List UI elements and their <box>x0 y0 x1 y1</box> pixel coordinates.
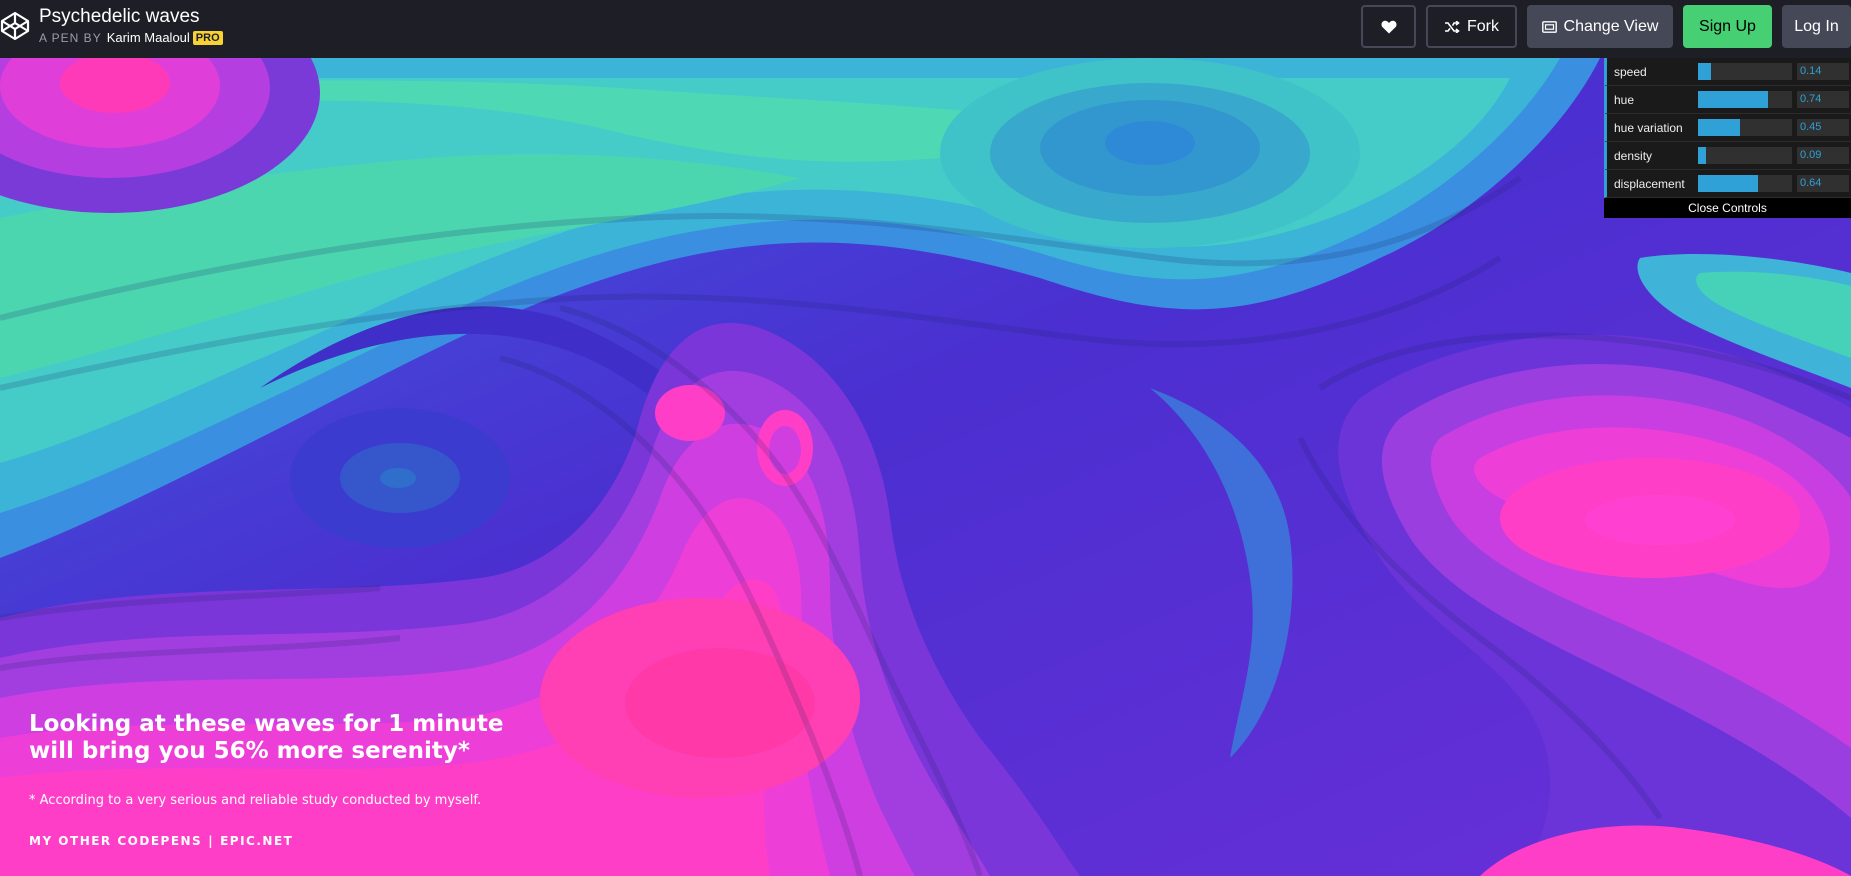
speed-slider[interactable] <box>1698 63 1792 80</box>
control-label: hue variation <box>1614 120 1683 135</box>
pen-title: Psychedelic waves <box>39 6 200 27</box>
controls-panel: speed 0.14 hue 0.74 hue variation 0.45 d… <box>1604 58 1851 218</box>
displacement-slider[interactable] <box>1698 175 1792 192</box>
epic-net-link[interactable]: EPIC.NET <box>220 834 293 848</box>
displacement-value-input[interactable]: 0.64 <box>1797 175 1849 192</box>
hue-slider[interactable] <box>1698 91 1792 108</box>
fork-icon <box>1444 20 1460 33</box>
slider-fill <box>1698 91 1768 108</box>
hue-variation-slider[interactable] <box>1698 119 1792 136</box>
top-bar: Psychedelic waves A PEN BY Karim Maaloul… <box>0 0 1851 58</box>
slider-fill <box>1698 119 1741 136</box>
hue-variation-value-input[interactable]: 0.45 <box>1797 119 1849 136</box>
overlay-text: Looking at these waves for 1 minute will… <box>29 711 549 848</box>
density-slider[interactable] <box>1698 147 1792 164</box>
density-value-input[interactable]: 0.09 <box>1797 147 1849 164</box>
codepen-logo-icon[interactable] <box>0 10 30 42</box>
footer-links: MY OTHER CODEPENS | EPIC.NET <box>29 834 549 848</box>
slider-fill <box>1698 175 1759 192</box>
pen-title-block: Psychedelic waves A PEN BY Karim Maaloul… <box>39 6 223 45</box>
sign-up-button[interactable]: Sign Up <box>1683 5 1772 48</box>
control-hue-variation[interactable]: hue variation 0.45 <box>1604 114 1851 142</box>
fork-button[interactable]: Fork <box>1426 5 1517 48</box>
layout-icon <box>1541 20 1557 33</box>
control-label: density <box>1614 148 1653 163</box>
footnote: * According to a very serious and reliab… <box>29 793 482 808</box>
change-view-label: Change View <box>1563 17 1659 35</box>
speed-value-input[interactable]: 0.14 <box>1797 63 1849 80</box>
author-link[interactable]: Karim Maaloul <box>107 30 190 45</box>
control-speed[interactable]: speed 0.14 <box>1604 58 1851 86</box>
control-displacement[interactable]: displacement 0.64 <box>1604 170 1851 198</box>
headline-line-1: Looking at these waves for 1 minute <box>29 711 504 737</box>
control-density[interactable]: density 0.09 <box>1604 142 1851 170</box>
slider-fill <box>1698 147 1707 164</box>
headline-line-2: will bring you 56% more serenity* <box>29 738 470 764</box>
fork-label: Fork <box>1467 17 1499 35</box>
pen-meta: A PEN BY Karim Maaloul PRO <box>39 30 223 45</box>
like-button[interactable] <box>1361 5 1416 48</box>
by-label: A PEN BY <box>39 30 102 45</box>
slider-fill <box>1698 63 1712 80</box>
control-label: hue <box>1614 92 1635 107</box>
hue-value-input[interactable]: 0.74 <box>1797 91 1849 108</box>
heart-icon <box>1381 20 1396 33</box>
my-other-codepens-link[interactable]: MY OTHER CODEPENS <box>29 834 202 848</box>
control-label: speed <box>1614 64 1647 79</box>
control-hue[interactable]: hue 0.74 <box>1604 86 1851 114</box>
link-separator: | <box>208 834 215 848</box>
change-view-button[interactable]: Change View <box>1527 5 1673 48</box>
close-controls-button[interactable]: Close Controls <box>1604 198 1851 218</box>
pro-badge: PRO <box>192 30 223 45</box>
control-label: displacement <box>1614 176 1685 191</box>
headline: Looking at these waves for 1 minute will… <box>29 711 549 765</box>
log-in-button[interactable]: Log In <box>1782 5 1851 48</box>
